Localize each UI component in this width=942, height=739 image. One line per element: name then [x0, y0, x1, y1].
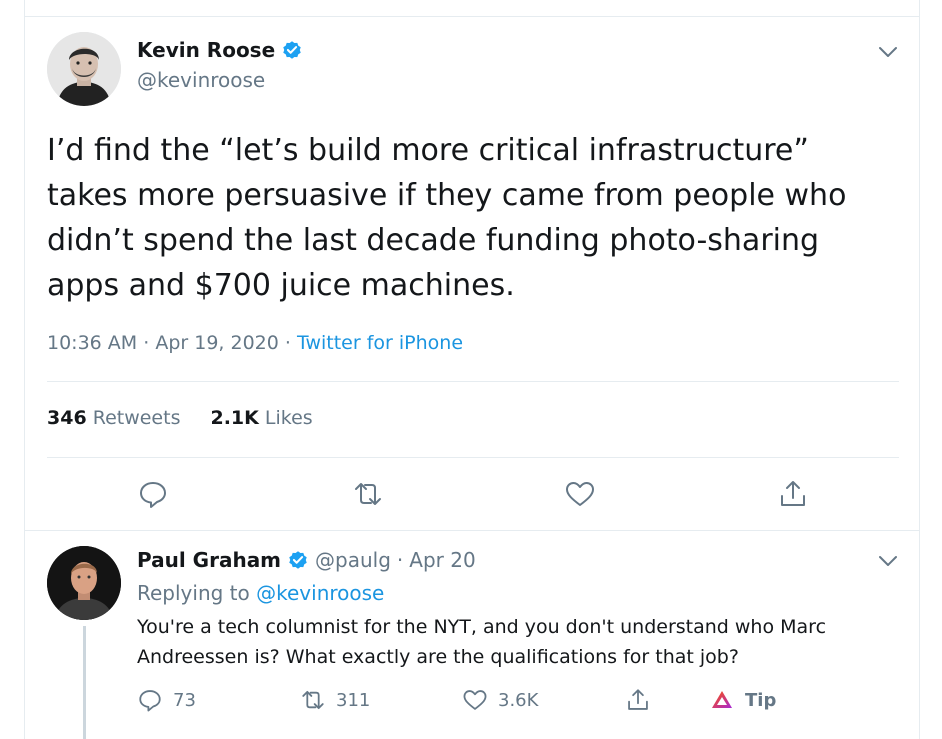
speech-bubble-icon: [139, 690, 161, 712]
reply-author-handle[interactable]: @paulg: [315, 548, 391, 572]
thread-line: [83, 626, 86, 739]
divider: [24, 530, 920, 531]
share-upload-icon: [781, 481, 805, 506]
author-name[interactable]: Kevin Roose: [137, 38, 275, 62]
divider: [47, 381, 899, 382]
likes-stat[interactable]: 2.1K Likes: [210, 407, 312, 429]
chevron-down-icon[interactable]: [879, 43, 897, 57]
replying-prefix: Replying to: [137, 581, 250, 605]
tweet-time[interactable]: 10:36 AM: [47, 332, 137, 354]
tweet-meta: 10:36 AM · Apr 19, 2020 · Twitter for iP…: [47, 332, 463, 354]
retweet-arrows-icon: [355, 483, 381, 505]
meta-separator: ·: [143, 332, 150, 354]
reply-like-button[interactable]: 3.6K: [462, 686, 538, 714]
share-button[interactable]: [777, 478, 809, 510]
tweet-source-link[interactable]: Twitter for iPhone: [297, 332, 463, 354]
likes-count: 2.1K: [210, 407, 259, 429]
retweet-button[interactable]: [352, 478, 384, 510]
mention-link[interactable]: @kevinroose: [256, 581, 384, 605]
author-handle[interactable]: @kevinroose: [137, 68, 265, 92]
chevron-down-icon[interactable]: [879, 552, 897, 566]
reply-header: Paul Graham @paulg · Apr 20: [137, 548, 476, 572]
reply-button[interactable]: [137, 478, 169, 510]
retweet-count: 311: [336, 689, 371, 711]
verified-badge-icon: [287, 549, 309, 571]
reply-reply-button[interactable]: 73: [137, 686, 196, 714]
like-button[interactable]: [564, 478, 596, 510]
tweet-date[interactable]: Apr 19, 2020: [155, 332, 279, 354]
tweet-text: I’d find the “let’s build more critical …: [47, 133, 847, 303]
reply-retweet-button[interactable]: 311: [300, 686, 370, 714]
verified-badge-icon: [281, 39, 303, 61]
reply-date[interactable]: Apr 20: [409, 548, 475, 572]
brave-tip-triangle-icon: [712, 691, 732, 708]
like-count: 3.6K: [498, 689, 539, 711]
heart-icon: [463, 690, 487, 710]
replying-to: Replying to @kevinroose: [137, 581, 384, 605]
avatar[interactable]: [47, 546, 121, 620]
divider: [47, 457, 899, 458]
reply-author-name[interactable]: Paul Graham: [137, 548, 281, 572]
author-name-row[interactable]: Kevin Roose: [137, 38, 303, 62]
meta-separator: ·: [396, 548, 404, 572]
speech-bubble-icon: [140, 482, 166, 508]
share-upload-icon: [628, 689, 648, 710]
reply-text: You're a tech columnist for the NYT, and…: [137, 616, 827, 668]
meta-separator: ·: [284, 332, 291, 354]
likes-label: Likes: [264, 407, 313, 429]
retweets-stat[interactable]: 346 Retweets: [47, 407, 180, 429]
avatar[interactable]: [47, 32, 121, 106]
retweets-label: Retweets: [92, 407, 181, 429]
tip-label: Tip: [745, 689, 777, 711]
tip-button[interactable]: Tip: [709, 686, 776, 714]
retweet-arrows-icon: [302, 690, 324, 710]
reply-count: 73: [173, 689, 196, 711]
divider: [24, 16, 920, 17]
reply-share-button[interactable]: [625, 686, 651, 714]
heart-icon: [566, 482, 594, 506]
tweet-stats: 346 Retweets 2.1K Likes: [47, 407, 313, 429]
retweets-count: 346: [47, 407, 87, 429]
